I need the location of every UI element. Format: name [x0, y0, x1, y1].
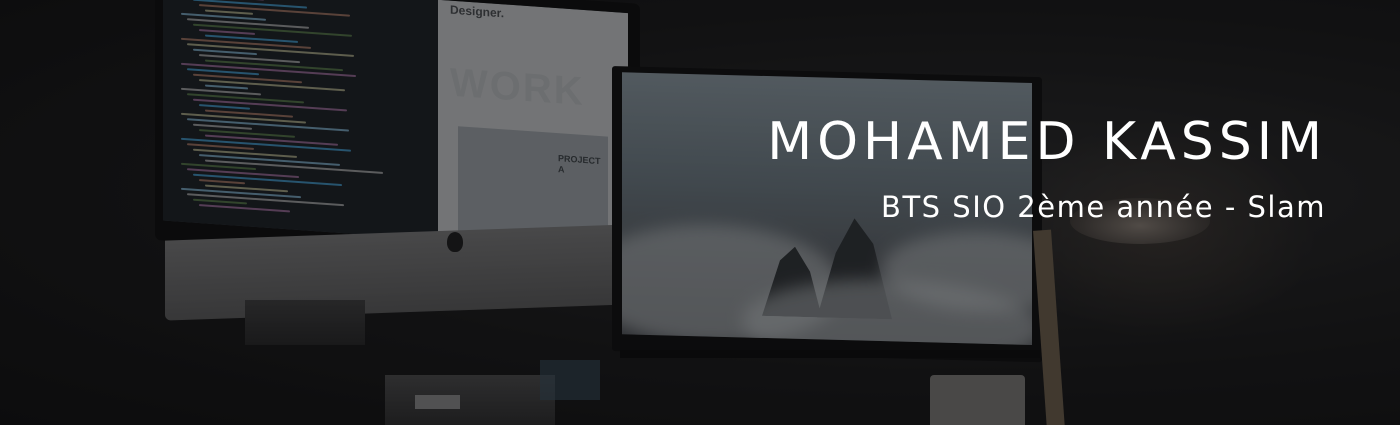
hero-name: MOHAMED KASSIM — [767, 112, 1327, 172]
hero-subtitle: BTS SIO 2ème année - Slam — [881, 190, 1326, 224]
header-banner: Designer. WORK PROJECT A MOHAMED KASSIM … — [0, 0, 1400, 425]
